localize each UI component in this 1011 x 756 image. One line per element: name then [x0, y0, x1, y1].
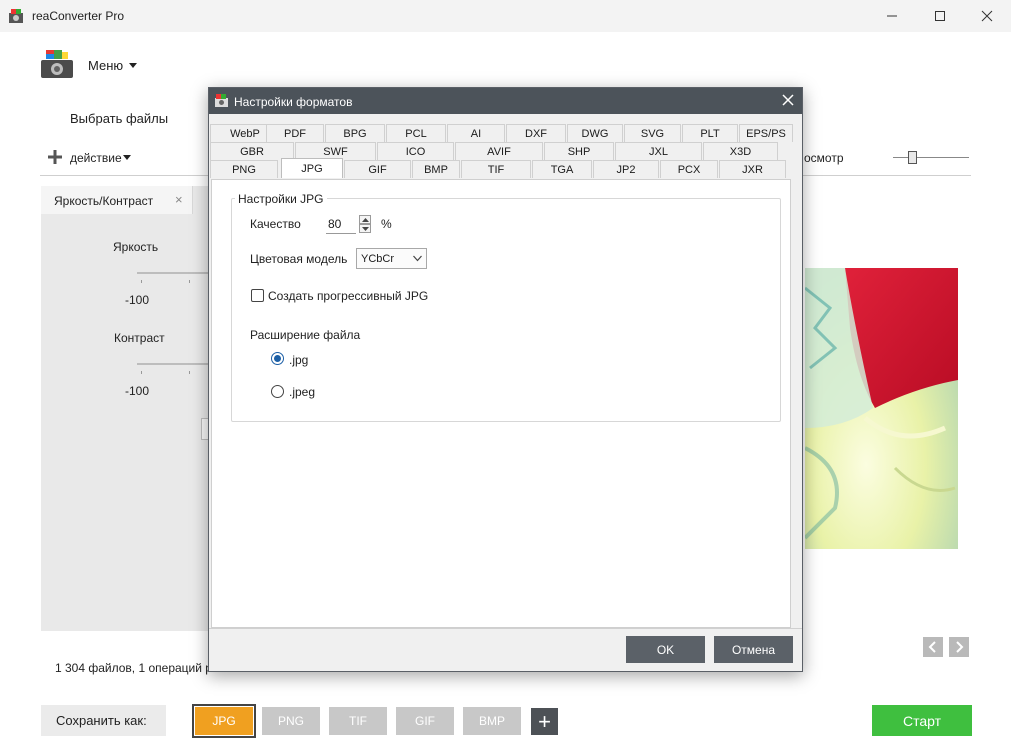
quality-label: Качество	[250, 217, 301, 231]
extension-jpg-radio[interactable]	[271, 352, 284, 365]
chevron-down-icon	[413, 255, 422, 262]
slider-tick	[189, 371, 190, 374]
tab-pcx[interactable]: PCX	[660, 160, 718, 178]
contrast-min-label: -100	[125, 384, 150, 398]
color-model-label: Цветовая модель	[250, 252, 348, 266]
title-bar: reaConverter Pro	[0, 0, 1011, 32]
chevron-right-icon	[956, 641, 964, 653]
plus-icon[interactable]	[48, 150, 62, 164]
tab-label: Яркость/Контраст	[54, 194, 154, 208]
save-as-label: Сохранить как:	[56, 713, 147, 728]
zoom-slider-thumb[interactable]	[908, 151, 917, 164]
slider-tick	[189, 280, 190, 283]
quality-unit: %	[381, 217, 392, 231]
format-button-bmp[interactable]: BMP	[463, 707, 521, 735]
close-window-button[interactable]	[964, 0, 1010, 32]
tab-pdf[interactable]: PDF	[266, 124, 324, 142]
contrast-slider[interactable]	[137, 363, 209, 365]
tab-png[interactable]: PNG	[210, 160, 278, 178]
maximize-icon	[935, 11, 945, 21]
chevron-down-icon	[129, 63, 137, 68]
quality-input[interactable]: 80	[326, 214, 356, 234]
close-icon	[981, 10, 993, 22]
tab-dxf[interactable]: DXF	[506, 124, 566, 142]
preview-label: осмотр	[804, 151, 844, 165]
tab-ai[interactable]: AI	[447, 124, 505, 142]
tab-bmp[interactable]: BMP	[412, 160, 460, 178]
dialog-title-bar: Настройки форматов	[209, 88, 802, 114]
extension-jpg-label: .jpg	[289, 353, 309, 367]
color-model-value: YCbCr	[361, 253, 395, 265]
tab-jxr[interactable]: JXR	[719, 160, 786, 178]
slider-tick	[141, 371, 142, 374]
tab-plt[interactable]: PLT	[682, 124, 738, 142]
format-button-gif[interactable]: GIF	[396, 707, 454, 735]
tab-pcl[interactable]: PCL	[386, 124, 446, 142]
slider-tick	[141, 280, 142, 283]
brightness-min-label: -100	[125, 293, 150, 307]
cancel-button[interactable]: Отмена	[714, 636, 793, 663]
tab-svg[interactable]: SVG	[624, 124, 681, 142]
chevron-down-icon	[123, 155, 131, 160]
tab-jpg[interactable]: JPG	[281, 158, 343, 178]
tab-gif[interactable]: GIF	[344, 160, 411, 178]
menu-logo-icon[interactable]	[40, 48, 74, 80]
preview-image	[805, 268, 958, 549]
progressive-label: Создать прогрессивный JPG	[268, 289, 429, 303]
extension-label: Расширение файла	[250, 328, 361, 342]
maximize-button[interactable]	[917, 0, 963, 32]
choose-files-button[interactable]: Выбрать файлы	[70, 111, 168, 126]
extension-jpeg-label: .jpeg	[289, 385, 316, 399]
tab-x3d[interactable]: X3D	[703, 142, 778, 160]
close-icon[interactable]: ×	[175, 192, 183, 207]
tab-jp2[interactable]: JP2	[593, 160, 659, 178]
zoom-slider-track[interactable]	[893, 157, 969, 158]
status-text: 1 304 файлов, 1 операций р	[55, 661, 212, 675]
extension-jpeg-radio[interactable]	[271, 385, 284, 398]
dialog-divider	[209, 628, 802, 629]
next-image-button[interactable]	[949, 637, 969, 657]
chevron-down-icon	[361, 226, 369, 231]
format-button-jpg[interactable]: JPG	[192, 704, 256, 738]
brightness-slider[interactable]	[137, 272, 209, 274]
tab-dwg[interactable]: DWG	[567, 124, 623, 142]
tab-tga[interactable]: TGA	[532, 160, 592, 178]
minimize-icon	[887, 15, 897, 17]
quality-down-button[interactable]	[359, 224, 371, 233]
prev-image-button[interactable]	[923, 637, 943, 657]
brightness-label: Яркость	[113, 240, 159, 254]
chevron-up-icon	[361, 217, 369, 222]
quality-up-button[interactable]	[359, 215, 371, 224]
close-icon[interactable]	[781, 93, 795, 107]
add-action-button[interactable]: действие	[70, 151, 122, 165]
tab-brightness-contrast[interactable]: Яркость/Контраст ×	[41, 186, 193, 214]
tab-bpg[interactable]: BPG	[325, 124, 385, 142]
chevron-left-icon	[928, 641, 936, 653]
format-button-png[interactable]: PNG	[262, 707, 320, 735]
tab-eps-ps[interactable]: EPS/PS	[739, 124, 793, 142]
menu-button[interactable]: Меню	[88, 58, 123, 73]
progressive-checkbox[interactable]	[251, 289, 264, 302]
ok-button[interactable]: OK	[626, 636, 705, 663]
tab-avif[interactable]: AVIF	[455, 142, 543, 160]
group-title: Настройки JPG	[235, 192, 327, 206]
color-model-select[interactable]: YCbCr	[356, 248, 427, 269]
app-logo-icon	[9, 9, 23, 23]
save-as-label-box: Сохранить как:	[41, 705, 166, 736]
tab-jxl[interactable]: JXL	[615, 142, 702, 160]
minimize-button[interactable]	[869, 0, 915, 32]
contrast-label: Контраст	[114, 331, 165, 345]
tab-shp[interactable]: SHP	[544, 142, 614, 160]
start-button[interactable]: Старт	[872, 705, 972, 736]
add-format-button[interactable]: +	[531, 708, 558, 735]
actions-panel: Яркость/Контраст × Яркость -100 Контраст…	[41, 186, 209, 631]
app-logo-icon	[215, 94, 228, 107]
tab-ico[interactable]: ICO	[377, 142, 454, 160]
format-settings-dialog: Настройки форматов WebP PDF BPG PCL AI D…	[208, 87, 803, 672]
format-button-tif[interactable]: TIF	[329, 707, 387, 735]
tab-tif[interactable]: TIF	[461, 160, 531, 178]
dialog-title: Настройки форматов	[234, 95, 353, 109]
app-title: reaConverter Pro	[32, 9, 125, 23]
